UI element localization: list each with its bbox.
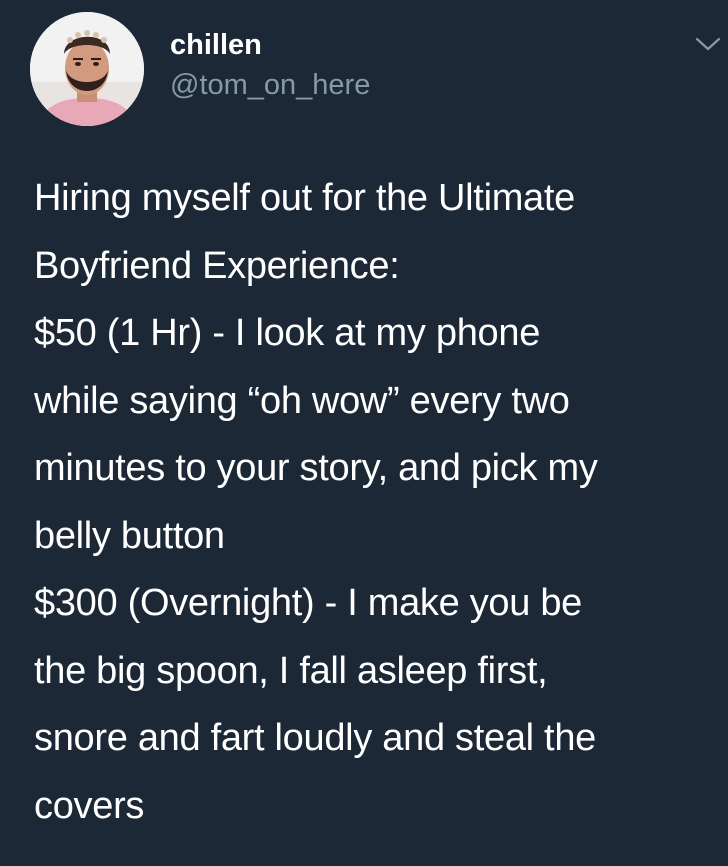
tweet-line: the big spoon, I fall asleep first, <box>34 649 548 692</box>
tweet-line: Boyfriend Experience: <box>34 244 400 287</box>
avatar-photo-icon <box>30 12 144 126</box>
tweet-line: belly button <box>34 514 225 557</box>
tweet-line: $50 (1 Hr) - I look at my phone <box>34 312 541 354</box>
tweet-line: while saying “oh wow” every two <box>34 379 570 422</box>
avatar[interactable] <box>30 12 144 126</box>
tweet-line: $300 (Overnight) - I make you be <box>34 582 583 624</box>
tweet-line: Hiring myself out for the Ultimate <box>34 177 575 219</box>
tweet-card: chillen @tom_on_here Hiring myself out f… <box>0 0 728 866</box>
author-names: chillen @tom_on_here <box>170 27 370 103</box>
tweet-text: Hiring myself out for the Ultimate Boyfr… <box>34 165 704 840</box>
tweet-line: covers <box>34 784 145 827</box>
chevron-down-icon[interactable] <box>694 34 722 54</box>
tweet-line: minutes to your story, and pick my <box>34 447 598 489</box>
tweet-line: snore and fart loudly and steal the <box>34 717 596 759</box>
tweet-header: chillen @tom_on_here <box>30 12 370 126</box>
display-name[interactable]: chillen <box>170 27 370 63</box>
user-handle[interactable]: @tom_on_here <box>170 67 370 103</box>
